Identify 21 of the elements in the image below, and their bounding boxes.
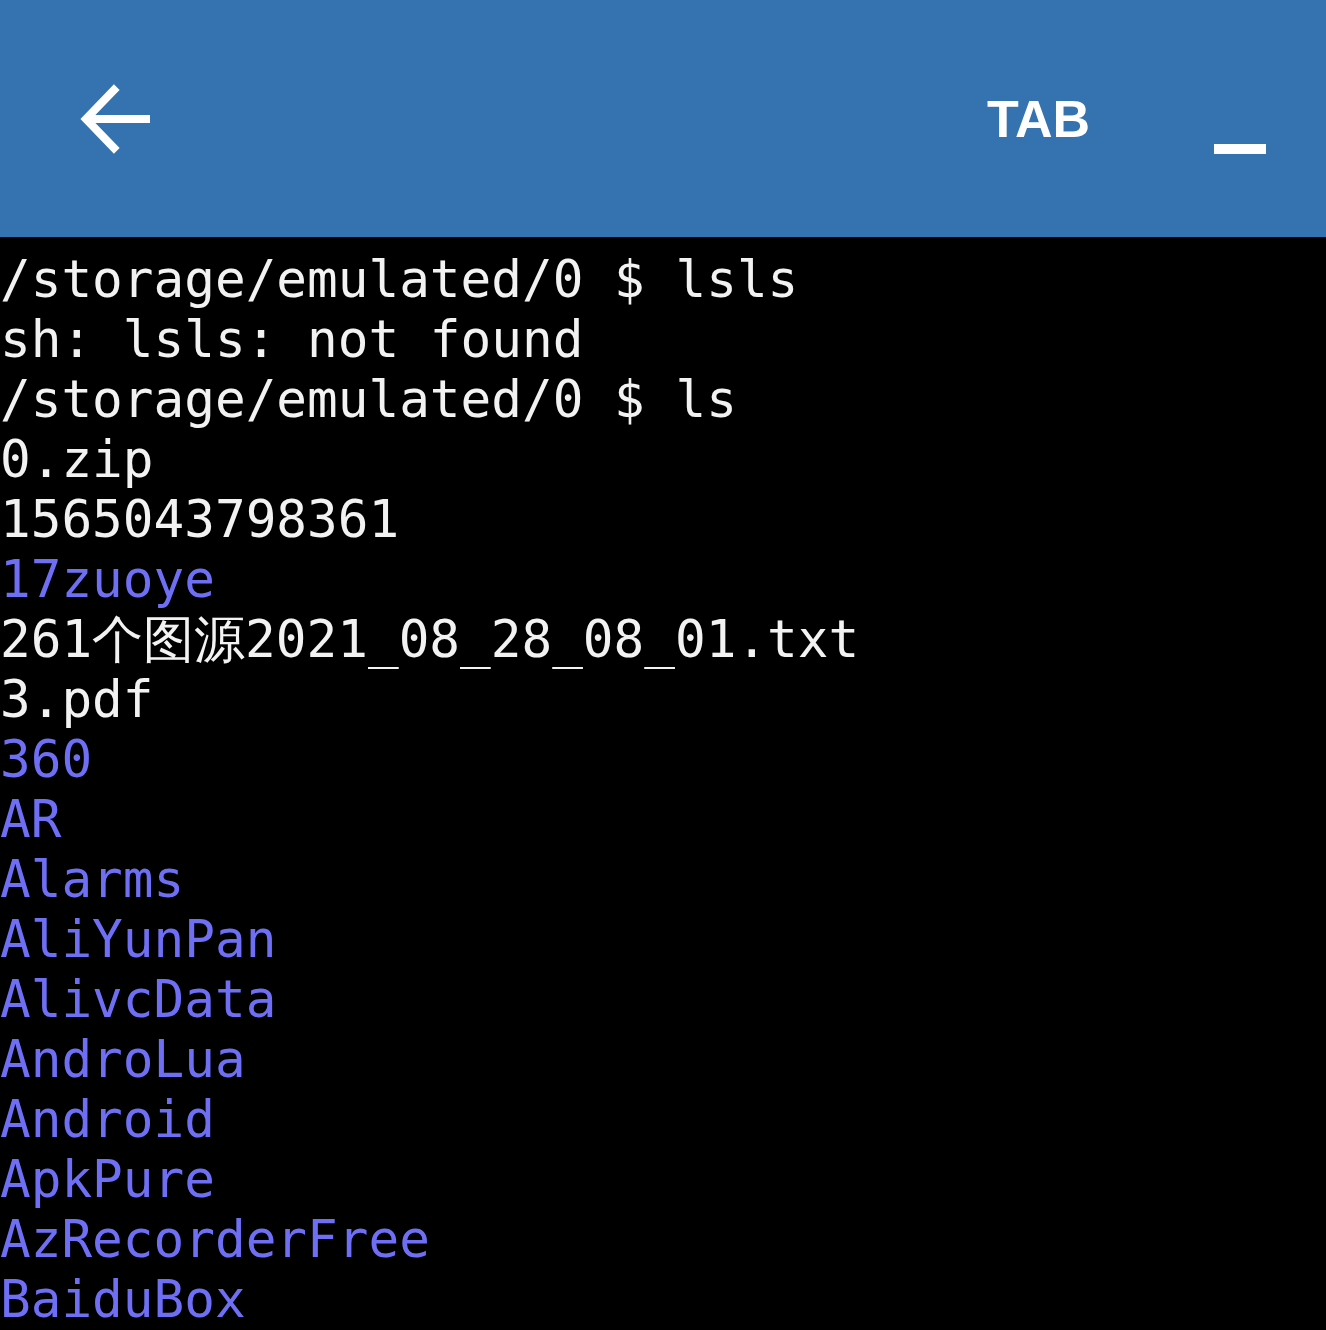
back-arrow-icon[interactable]	[80, 83, 150, 154]
directory-name: AR	[0, 790, 62, 850]
directory-name: ApkPure	[0, 1150, 215, 1210]
directory-name: AndroLua	[0, 1030, 246, 1090]
directory-name: Android	[0, 1090, 215, 1150]
prompt-line: /storage/emulated/0 $ ls	[0, 370, 737, 430]
prompt-line: /storage/emulated/0 $ lsls	[0, 250, 799, 310]
directory-name: 360	[0, 730, 93, 790]
output-line: 0.zip	[0, 430, 154, 490]
directory-name: BaiduBox	[0, 1270, 246, 1330]
output-line: 3.pdf	[0, 670, 154, 730]
directory-name: 17zuoye	[0, 550, 215, 610]
directory-name: AzRecorderFree	[0, 1210, 430, 1270]
directory-name: Alarms	[0, 850, 185, 910]
output-line: sh: lsls: not found	[0, 310, 584, 370]
directory-name: AliYunPan	[0, 910, 277, 970]
output-line: 261个图源2021_08_28_08_01.txt	[0, 610, 860, 670]
tab-key[interactable]: TAB	[987, 88, 1090, 149]
output-line: 1565043798361	[0, 490, 400, 550]
minus-icon[interactable]	[1214, 143, 1266, 154]
directory-name: AlivcData	[0, 970, 277, 1030]
